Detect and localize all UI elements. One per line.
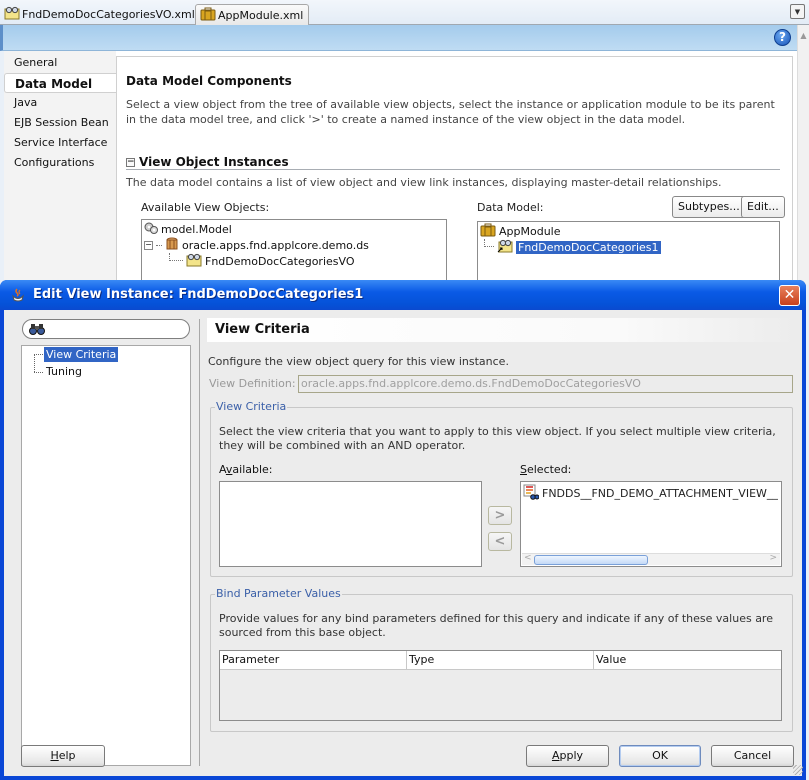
close-button[interactable]: ✕	[779, 285, 800, 306]
horizontal-scrollbar[interactable]: < >	[522, 553, 780, 565]
page-description: Configure the view object query for this…	[208, 355, 509, 368]
collapse-icon[interactable]: −	[126, 157, 135, 167]
java-cup-icon	[10, 287, 26, 303]
cancel-button[interactable]: Cancel	[711, 745, 794, 767]
data-model-tree[interactable]: AppModule FndDemoDocCategories1	[477, 221, 780, 284]
nav-item-general[interactable]: General	[4, 53, 116, 73]
nav-node-view-criteria[interactable]: View Criteria	[44, 347, 119, 362]
help-icon[interactable]: ?	[774, 29, 791, 46]
group-legend: View Criteria	[215, 400, 288, 413]
view-criteria-group: View Criteria Select the view criteria t…	[210, 400, 793, 577]
panel-divider[interactable]	[199, 319, 200, 766]
app-module-icon	[480, 223, 496, 240]
tree-node-appmodule[interactable]: AppModule	[480, 223, 561, 239]
tree-connector	[34, 372, 43, 373]
subsection-title: View Object Instances	[139, 155, 289, 169]
view-definition-field: oracle.apps.fnd.applcore.demo.ds.FndDemo…	[298, 375, 793, 393]
available-view-objects-label: Available View Objects:	[141, 201, 270, 214]
available-criteria-list[interactable]	[219, 481, 482, 567]
group-description: Provide values for any bind parameters d…	[219, 612, 773, 639]
group-description: Select the view criteria that you want t…	[219, 425, 776, 452]
editor-nav-list: General Data Model Java EJB Session Bean…	[4, 53, 116, 173]
view-object-icon	[4, 6, 20, 23]
data-model-label: Data Model:	[477, 201, 544, 214]
move-right-button[interactable]: >	[488, 506, 512, 525]
resize-grip[interactable]	[793, 765, 803, 775]
edit-button[interactable]: Edit...	[741, 196, 785, 218]
editor-vertical-scrollbar[interactable]: ▲	[797, 25, 809, 285]
view-object-instances-header[interactable]: − View Object Instances	[126, 155, 780, 170]
tab-appmodule-xml[interactable]: AppModule.xml	[195, 4, 309, 25]
selected-criteria-list[interactable]: FNDDS__FND_DEMO_ATTACHMENT_VIEW__FND_ < …	[520, 481, 782, 567]
dialog-title: Edit View Instance: FndDemoDocCategories…	[33, 287, 364, 302]
view-criteria-icon	[523, 484, 540, 503]
tab-label: AppModule.xml	[218, 8, 304, 22]
column-header-value[interactable]: Value	[594, 651, 781, 669]
section-description: Select a view object from the tree of av…	[126, 98, 775, 126]
nav-item-data-model[interactable]: Data Model	[4, 73, 116, 93]
help-button[interactable]: Help	[21, 745, 105, 767]
column-header-parameter[interactable]: Parameter	[220, 651, 407, 669]
selected-criteria-label: Selected:	[520, 463, 572, 476]
tab-fnddemodoccategoriesvo-xml[interactable]: FndDemoDocCategoriesVO.xml	[0, 4, 201, 25]
view-instance-icon	[497, 239, 513, 256]
tab-list-dropdown-button[interactable]: ▼	[790, 4, 805, 19]
apply-button[interactable]: Apply	[526, 745, 609, 767]
tab-label: FndDemoDocCategoriesVO.xml	[22, 8, 195, 21]
available-criteria-label: Available:	[219, 463, 273, 476]
tree-node-view-object[interactable]: FndDemoDocCategoriesVO	[169, 253, 355, 269]
subsection-description: The data model contains a list of view o…	[126, 176, 722, 189]
section-title: Data Model Components	[126, 74, 292, 88]
subtypes-button[interactable]: Subtypes...	[672, 196, 746, 218]
table-header: Parameter Type Value	[220, 651, 781, 670]
search-input[interactable]	[51, 322, 181, 336]
nav-item-service-interface[interactable]: Service Interface	[4, 133, 116, 153]
page-title: View Criteria	[207, 318, 797, 342]
nav-item-ejb-session-bean[interactable]: EJB Session Bean	[4, 113, 116, 133]
dialog-title-bar[interactable]: Edit View Instance: FndDemoDocCategories…	[0, 280, 806, 310]
app-module-icon	[200, 7, 216, 24]
tree-connector	[484, 239, 494, 247]
tree-connector	[34, 354, 35, 372]
ok-button[interactable]: OK	[619, 745, 701, 767]
nav-item-configurations[interactable]: Configurations	[4, 153, 116, 173]
nav-item-java[interactable]: Java	[4, 93, 116, 113]
move-left-button[interactable]: <	[488, 532, 512, 551]
view-object-icon	[186, 253, 202, 270]
scroll-right-icon[interactable]: >	[769, 553, 777, 563]
tree-connector	[169, 253, 183, 261]
bind-parameters-table[interactable]: Parameter Type Value	[219, 650, 782, 721]
view-definition-label: View Definition:	[209, 377, 296, 390]
scrollbar-thumb[interactable]	[534, 555, 648, 565]
scroll-up-icon[interactable]: ▲	[798, 31, 809, 40]
selected-criteria-item[interactable]: FNDDS__FND_DEMO_ATTACHMENT_VIEW__FND_	[523, 484, 778, 503]
close-icon: ✕	[783, 287, 796, 303]
tree-node-package[interactable]: − oracle.apps.fnd.applcore.demo.ds	[144, 237, 369, 253]
column-header-type[interactable]: Type	[407, 651, 594, 669]
nav-node-tuning[interactable]: Tuning	[44, 364, 84, 379]
chevron-down-icon: ▼	[794, 7, 801, 16]
tree-node-view-instance[interactable]: FndDemoDocCategories1	[484, 239, 661, 255]
tree-node-model[interactable]: model.Model	[144, 221, 232, 237]
tree-connector	[34, 354, 43, 355]
available-view-objects-tree[interactable]: model.Model − oracle.apps.fnd.applcore.d…	[141, 219, 447, 284]
binoculars-icon	[29, 322, 45, 339]
package-icon	[165, 237, 179, 254]
model-gear-icon	[144, 221, 158, 238]
editor-header-banner: ?	[0, 25, 797, 51]
dialog-navigation-tree[interactable]: View Criteria Tuning	[21, 345, 191, 766]
group-legend: Bind Parameter Values	[215, 587, 342, 600]
navigation-search-field[interactable]	[22, 319, 190, 339]
tree-connector	[156, 244, 162, 246]
editor-tab-bar: FndDemoDocCategoriesVO.xml AppModule.xml…	[0, 0, 809, 25]
collapse-node-icon[interactable]: −	[144, 240, 153, 250]
scroll-left-icon[interactable]: <	[524, 553, 532, 563]
